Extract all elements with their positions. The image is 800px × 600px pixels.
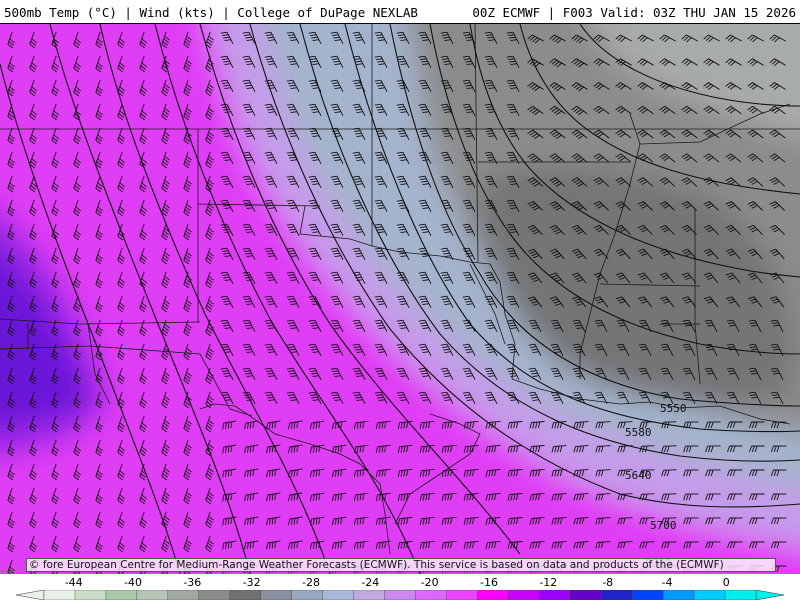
colorbar-min-arrow [15, 590, 45, 600]
colorbar-swatch [724, 590, 757, 600]
colorbar-swatch [601, 590, 633, 600]
colorbar-tick-label: -32 [242, 576, 261, 589]
contour-label: 5700 [650, 519, 677, 532]
colorbar-swatch [105, 590, 138, 600]
contour-label: 5580 [625, 426, 652, 439]
colorbar-swatch [322, 590, 355, 600]
colorbar-swatch [415, 590, 447, 600]
colorbar-tick-label: -24 [361, 576, 380, 589]
colorbar-swatch [229, 590, 262, 600]
colorbar-swatch [384, 590, 416, 600]
colorbar-swatch [198, 590, 231, 600]
temperature-wind-map: 55505580564057005730 [0, 24, 800, 574]
colorbar-swatch [446, 590, 478, 600]
colorbar-swatch [167, 590, 200, 600]
colorbar-tick-label: -12 [539, 576, 558, 589]
colorbar-swatch [43, 590, 76, 600]
model-valid-time: 00Z ECMWF | F003 Valid: 03Z THU JAN 15 2… [472, 5, 796, 20]
temperature-colorbar: -44 -40 -36 -32 -28 -24 -20 -16 -12 -8 -4 0 [0, 574, 800, 600]
weather-map-app: 500mb Temp (°C) | Wind (kts) | College o… [0, 0, 800, 600]
colorbar-swatch [631, 590, 664, 600]
colorbar-tick-label: -36 [183, 576, 202, 589]
ecmwf-copyright-notice: © fore European Centre for Medium-Range … [26, 558, 776, 572]
colorbar-tick-label: -28 [302, 576, 320, 589]
contour-label: 5640 [625, 469, 652, 482]
colorbar-swatch [260, 590, 293, 600]
colorbar-tick-label: -8 [602, 576, 614, 589]
colorbar-tick-label: 0 [722, 576, 730, 589]
colorbar-swatch [570, 590, 602, 600]
colorbar-swatch [74, 590, 107, 600]
colorbar-swatch [662, 590, 695, 600]
colorbar-max-arrow [755, 590, 785, 600]
colorbar-swatch [693, 590, 726, 600]
colorbar-swatch [291, 590, 324, 600]
product-title: 500mb Temp (°C) | Wind (kts) | College o… [4, 5, 418, 20]
colorbar-swatch [508, 590, 540, 600]
colorbar-tick-label: -44 [64, 576, 83, 589]
colorbar-tick-label: -4 [661, 576, 673, 589]
colorbar-swatch [136, 590, 169, 600]
contour-label: 5550 [660, 402, 687, 415]
colorbar-swatch [353, 590, 386, 600]
colorbar-swatch [477, 590, 509, 600]
colorbar-tick-label: -40 [124, 576, 142, 589]
colorbar-swatches [15, 590, 785, 600]
colorbar-tick-label: -20 [420, 576, 439, 589]
colorbar-tick-label: -16 [480, 576, 498, 589]
map-header: 500mb Temp (°C) | Wind (kts) | College o… [0, 0, 800, 24]
colorbar-swatch [539, 590, 571, 600]
